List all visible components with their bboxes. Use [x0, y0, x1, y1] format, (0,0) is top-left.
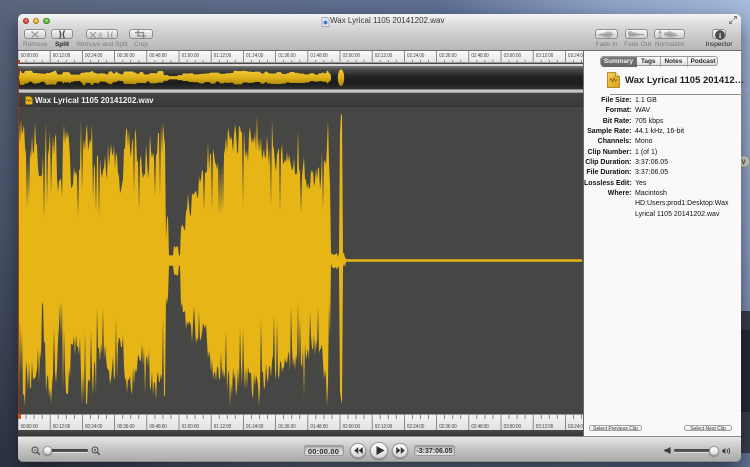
svg-text:02:48:00: 02:48:00: [471, 53, 488, 59]
svg-text:01:36:00: 01:36:00: [278, 424, 295, 430]
svg-text:02:36:00: 02:36:00: [439, 424, 456, 430]
svg-text:01:24:00: 01:24:00: [246, 53, 263, 59]
svg-text:02:48:00: 02:48:00: [471, 424, 488, 430]
svg-text:02:00:00: 02:00:00: [343, 424, 360, 430]
svg-text:02:12:00: 02:12:00: [375, 424, 392, 430]
svg-text:01:00:00: 01:00:00: [182, 424, 199, 430]
svg-text:03:12:00: 03:12:00: [536, 53, 553, 59]
svg-text:00:24:00: 00:24:00: [85, 424, 102, 430]
svg-text:02:12:00: 02:12:00: [375, 53, 392, 59]
svg-text:00:00:00: 00:00:00: [21, 424, 38, 430]
svg-text:03:24:00: 03:24:00: [568, 424, 583, 430]
svg-text:00:12:00: 00:12:00: [53, 424, 70, 430]
svg-text:01:36:00: 01:36:00: [278, 53, 295, 59]
svg-text:03:00:00: 03:00:00: [504, 53, 521, 59]
svg-text:00:48:00: 00:48:00: [149, 53, 166, 59]
svg-text:01:12:00: 01:12:00: [214, 53, 231, 59]
svg-text:02:24:00: 02:24:00: [407, 53, 424, 59]
svg-text:02:00:00: 02:00:00: [343, 53, 360, 59]
svg-text:02:24:00: 02:24:00: [407, 424, 424, 430]
svg-text:i: i: [718, 30, 720, 39]
svg-text:00:12:00: 00:12:00: [53, 53, 70, 59]
svg-text:03:12:00: 03:12:00: [536, 424, 553, 430]
svg-text:00:00:00: 00:00:00: [21, 53, 38, 59]
svg-text:01:48:00: 01:48:00: [310, 424, 327, 430]
svg-text:01:48:00: 01:48:00: [310, 53, 327, 59]
svg-text:&: &: [98, 31, 104, 39]
svg-text:00:24:00: 00:24:00: [85, 53, 102, 59]
svg-text:02:36:00: 02:36:00: [439, 53, 456, 59]
svg-text:01:00:00: 01:00:00: [182, 53, 199, 59]
svg-text:01:24:00: 01:24:00: [246, 424, 263, 430]
svg-text:03:24:00: 03:24:00: [568, 53, 583, 59]
svg-text:00:36:00: 00:36:00: [117, 53, 134, 59]
svg-text:00:48:00: 00:48:00: [149, 424, 166, 430]
svg-text:03:00:00: 03:00:00: [504, 424, 521, 430]
svg-text:00:36:00: 00:36:00: [117, 424, 134, 430]
svg-text:01:12:00: 01:12:00: [214, 424, 231, 430]
